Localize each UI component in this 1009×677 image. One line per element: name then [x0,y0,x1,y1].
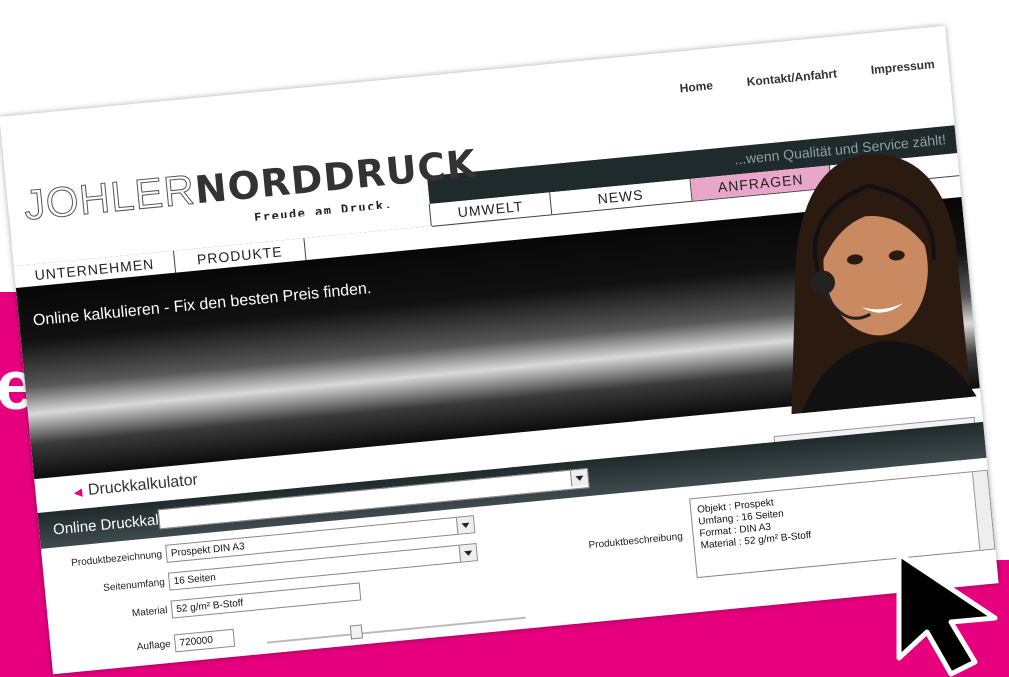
section-title-text: Druckkalkulator [87,471,199,499]
value-seitenumfang: 16 Seiten [173,572,217,588]
hero-text: Online kalkulieren - Fix den besten Prei… [32,280,373,330]
label-material: Material [131,605,168,620]
top-links: Home Kontakt/Anfahrt Impressum [679,57,935,95]
quantity-slider-thumb[interactable] [349,624,364,640]
label-produktbeschreibung: Produktbeschreibung [588,531,684,552]
input-auflage[interactable]: 720000 [173,628,236,653]
website-screen: Home Kontakt/Anfahrt Impressum ...wenn Q… [0,25,999,675]
headset-woman-image [791,153,977,415]
chevron-down-icon[interactable] [458,544,478,562]
label-produktbezeichnung: Produktbezeichnung [70,549,163,569]
cursor-arrow-icon [896,551,998,677]
chevron-down-icon[interactable] [569,469,589,487]
link-kontakt[interactable]: Kontakt/Anfahrt [746,66,838,89]
value-material: 52 g/m² B-Stoff [175,597,244,616]
link-impressum[interactable]: Impressum [870,57,935,77]
section-title: ◀ Druckkalkulator [73,472,199,502]
description-scrollbar[interactable] [971,470,995,550]
bullet-icon: ◀ [73,486,83,500]
link-home[interactable]: Home [679,78,714,95]
label-auflage: Auflage [136,638,172,654]
chevron-down-icon[interactable] [455,516,475,534]
label-seitenumfang: Seitenumfang [102,577,166,594]
value-produktbezeichnung: Prospekt DIN A3 [170,541,246,560]
value-auflage: 720000 [179,634,214,649]
